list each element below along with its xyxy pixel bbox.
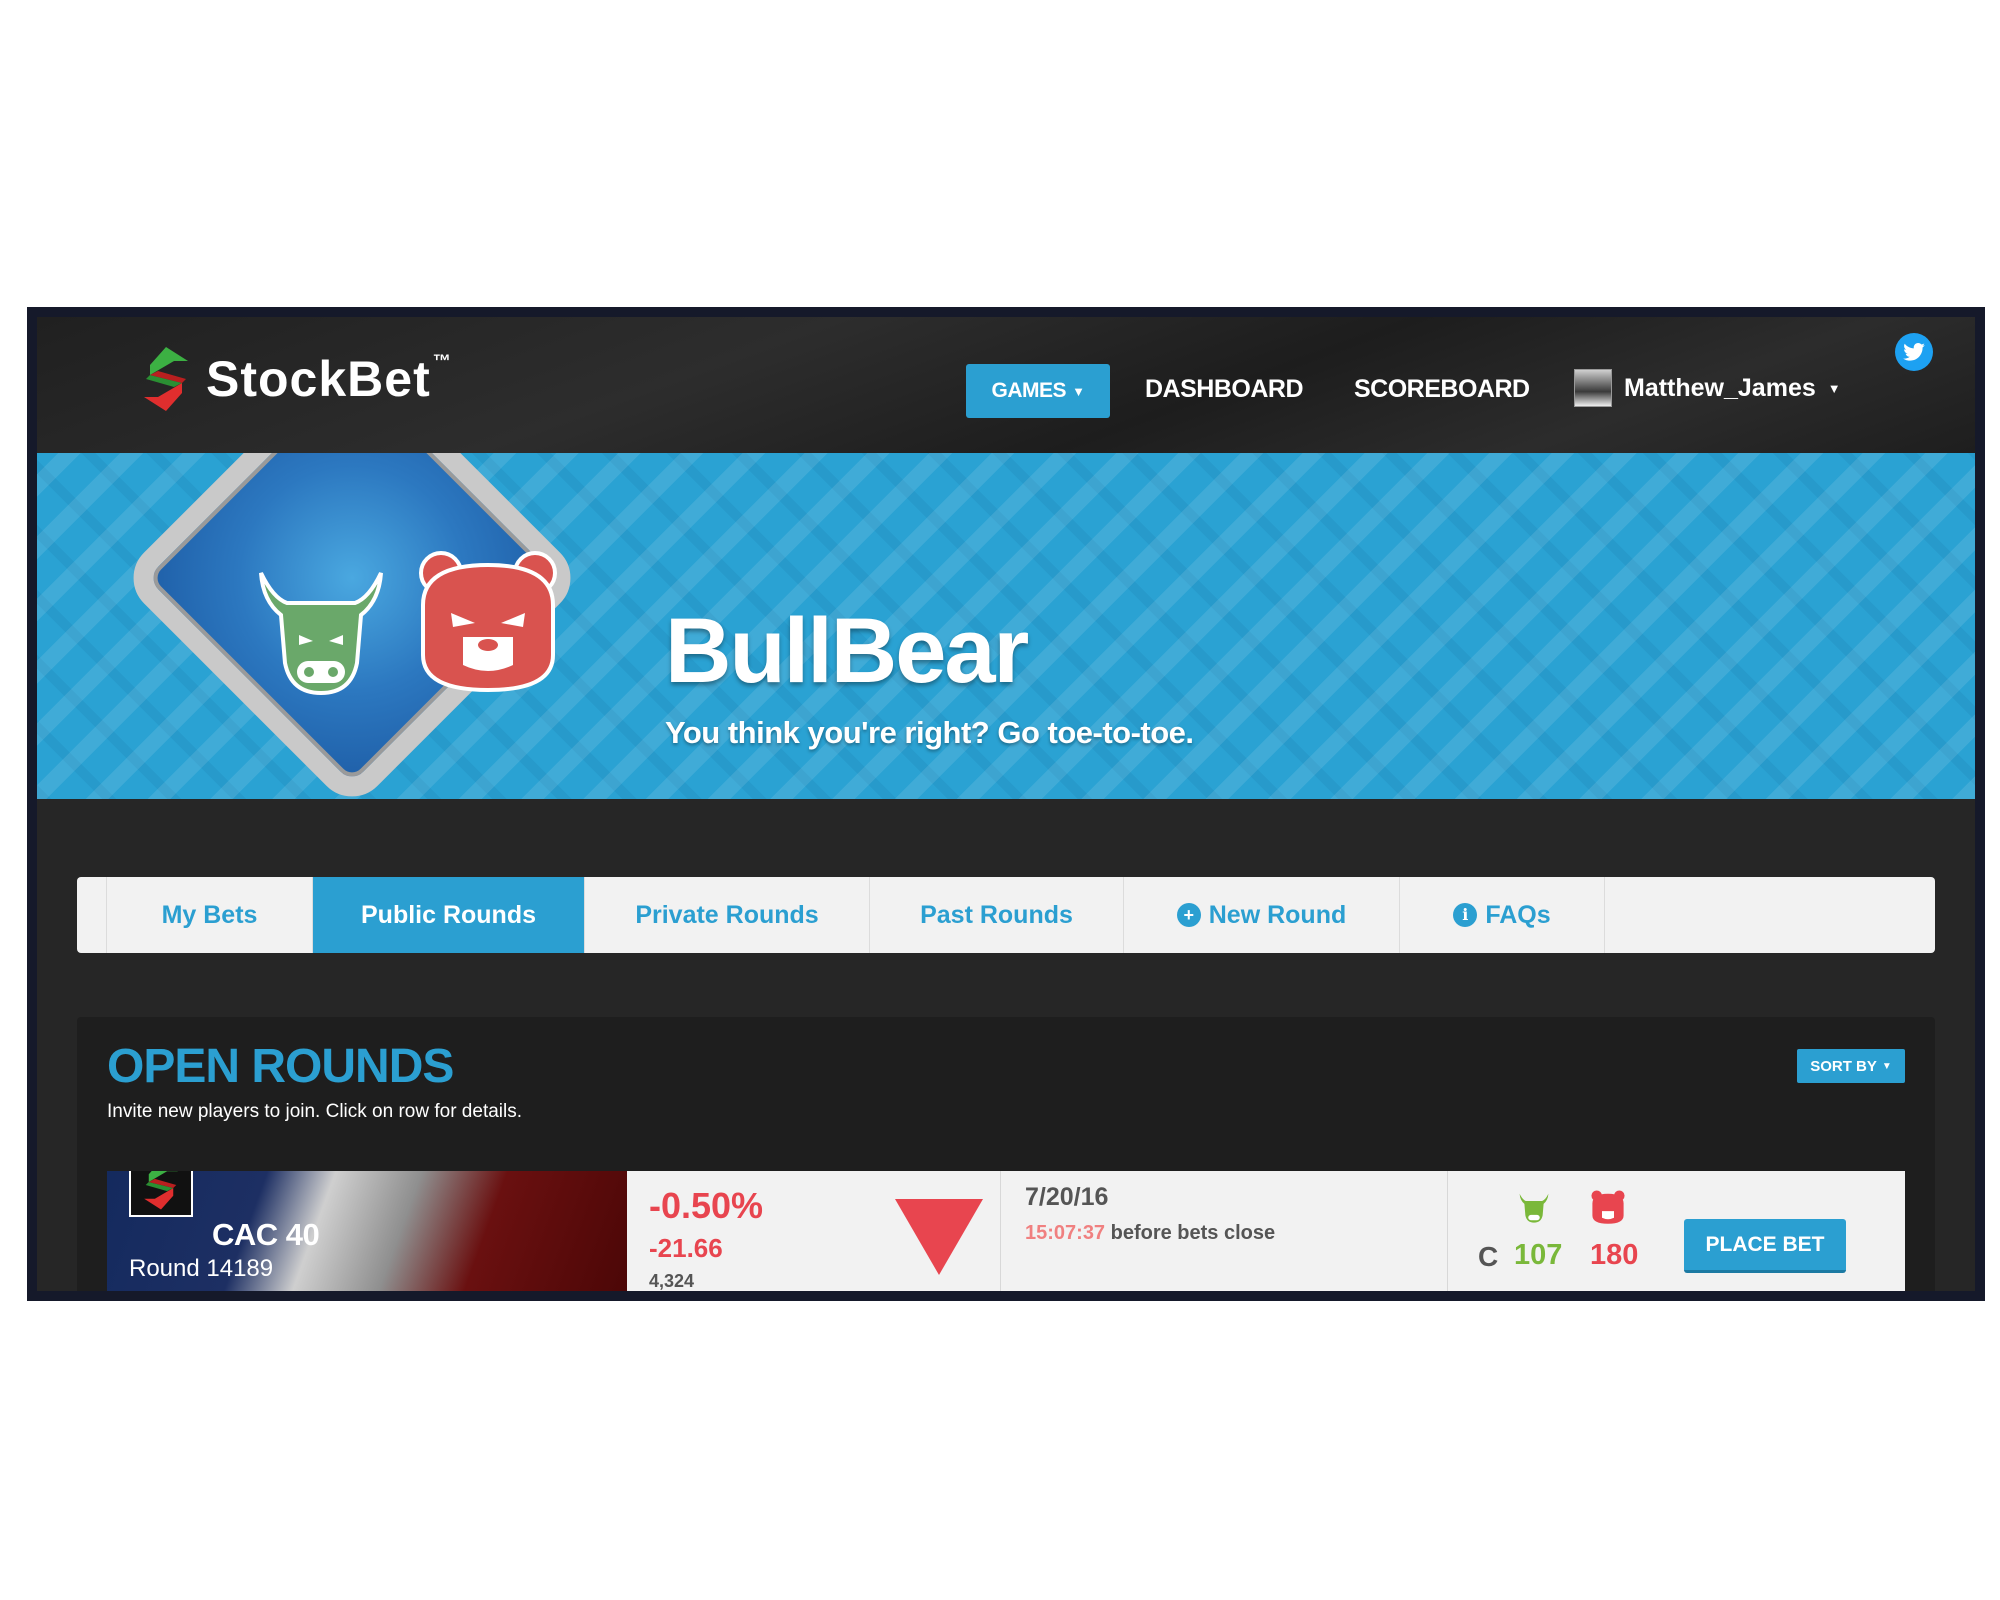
screenshot-frame: StockBet ™ GAMES ▼ DASHBOARD SCOREBOARD … — [27, 307, 1985, 1301]
browser-viewport: StockBet ™ GAMES ▼ DASHBOARD SCOREBOARD … — [37, 317, 1975, 1291]
game-tabs: My Bets Public Rounds Private Rounds Pas… — [77, 877, 1935, 953]
tab-new-round[interactable]: + New Round — [1124, 877, 1400, 953]
trademark-mark: ™ — [432, 351, 451, 371]
twitter-icon[interactable] — [1895, 333, 1933, 371]
tab-public-rounds[interactable]: Public Rounds — [313, 877, 585, 953]
bull-icon — [259, 572, 383, 696]
tab-spacer — [77, 877, 107, 953]
round-change-cell: -0.50% -21.66 4,324 — [627, 1171, 1001, 1291]
round-number: Round 14189 — [129, 1255, 274, 1282]
place-bet-button[interactable]: PLACE BET — [1684, 1219, 1846, 1273]
section-description: Invite new players to join. Click on row… — [107, 1101, 523, 1122]
round-row[interactable]: CAC 40 Round 14189 -0.50% -21.66 4,324 7… — [107, 1171, 1905, 1291]
game-title: BullBear — [665, 600, 1029, 702]
close-date: 7/20/16 — [1025, 1183, 1109, 1211]
down-arrow-icon — [895, 1199, 983, 1275]
tab-label: Private Rounds — [635, 900, 819, 929]
bear-bet-count: 180 — [1590, 1239, 1639, 1271]
games-label: GAMES — [991, 379, 1067, 402]
bear-icon — [1591, 1190, 1625, 1224]
stockbet-s-icon — [129, 1171, 193, 1217]
tab-label: FAQs — [1485, 900, 1551, 929]
nav-scoreboard-link[interactable]: SCOREBOARD — [1354, 375, 1530, 404]
stockbet-logo[interactable]: StockBet ™ — [138, 343, 451, 415]
twitter-bird-icon — [1903, 343, 1925, 361]
bull-icon — [1519, 1193, 1549, 1223]
round-date-cell: 7/20/16 15:07:37 before bets close — [1001, 1171, 1448, 1291]
tab-my-bets[interactable]: My Bets — [107, 877, 313, 953]
percent-change: -0.50% — [649, 1185, 764, 1226]
tab-private-rounds[interactable]: Private Rounds — [585, 877, 870, 953]
user-menu-dropdown[interactable]: Matthew_James ▼ — [1574, 369, 1841, 407]
games-dropdown-button[interactable]: GAMES ▼ — [966, 364, 1110, 418]
caret-down-icon: ▼ — [1072, 383, 1085, 399]
game-tagline: You think you're right? Go toe-to-toe. — [665, 715, 1194, 750]
countdown-suffix: before bets close — [1105, 1222, 1276, 1244]
info-circle-icon: i — [1453, 903, 1478, 927]
tab-label: My Bets — [161, 900, 258, 929]
tab-past-rounds[interactable]: Past Rounds — [870, 877, 1124, 953]
caret-down-icon: ▼ — [1827, 380, 1841, 396]
countdown-line: 15:07:37 before bets close — [1025, 1222, 1275, 1245]
sort-label: SORT BY — [1810, 1057, 1877, 1075]
avatar — [1574, 369, 1612, 407]
stockbet-s-icon — [144, 347, 188, 411]
tab-label: Public Rounds — [361, 900, 536, 929]
tab-label: Past Rounds — [920, 900, 1073, 929]
tab-label: New Round — [1208, 900, 1347, 929]
top-navbar: StockBet ™ GAMES ▼ DASHBOARD SCOREBOARD … — [37, 317, 1975, 453]
game-hero-banner: BullBear You think you're right? Go toe-… — [37, 453, 1975, 799]
open-rounds-panel: OPEN ROUNDS Invite new players to join. … — [77, 1017, 1935, 1291]
bear-icon — [419, 551, 557, 693]
sort-by-dropdown[interactable]: SORT BY ▼ — [1797, 1049, 1905, 1083]
round-index-cell: CAC 40 Round 14189 — [107, 1171, 627, 1291]
brand-name: StockBet — [206, 351, 431, 407]
tab-faqs[interactable]: i FAQs — [1400, 877, 1605, 953]
nav-dashboard-link[interactable]: DASHBOARD — [1145, 375, 1304, 404]
logo-mark — [144, 1171, 178, 1210]
plus-circle-icon: + — [1176, 903, 1201, 927]
caret-down-icon: ▼ — [1881, 1060, 1892, 1072]
section-title: OPEN ROUNDS — [107, 1040, 454, 1093]
index-value: 4,324 — [649, 1271, 695, 1291]
countdown-timer: 15:07:37 — [1025, 1222, 1106, 1244]
round-bets-cell: C 107 180 PLACE BET — [1448, 1171, 1905, 1291]
currency-label: C — [1478, 1241, 1499, 1272]
bull-bet-count: 107 — [1514, 1239, 1563, 1271]
username: Matthew_James — [1624, 373, 1816, 402]
index-name: CAC 40 — [212, 1217, 320, 1252]
point-change: -21.66 — [649, 1233, 723, 1263]
